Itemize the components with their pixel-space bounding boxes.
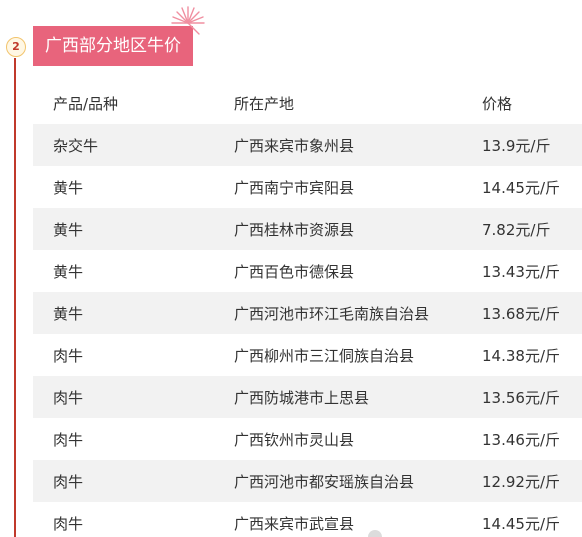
cell-origin: 广西百色市德保县 [234,262,355,281]
cell-price: 7.82元/斤 [482,208,582,250]
cell-price: 12.92元/斤 [482,460,582,502]
table-row: 黄牛 广西南宁市宾阳县 14.45元/斤 [33,166,582,208]
cell-origin: 广西柳州市三江侗族自治县 [234,346,415,365]
cell-product: 肉牛 [53,514,84,533]
cell-product: 黄牛 [33,292,234,334]
cell-price: 14.45元/斤 [482,514,560,533]
cell-origin: 广西河池市环江毛南族自治县 [234,292,482,334]
cell-origin: 广西河池市都安瑶族自治县 [234,460,482,502]
table-row: 肉牛 广西来宾市武宣县 14.45元/斤 [33,502,582,537]
cell-price: 14.45元/斤 [482,178,560,197]
cell-product: 肉牛 [33,460,234,502]
cell-product: 肉牛 [33,376,234,418]
cell-product: 黄牛 [33,208,234,250]
firework-icon [171,6,205,35]
cell-product: 杂交牛 [33,124,234,166]
table-row: 杂交牛 广西来宾市象州县 13.9元/斤 [33,124,582,166]
cell-origin: 广西来宾市武宣县 [234,514,355,533]
table-row: 肉牛 广西柳州市三江侗族自治县 14.38元/斤 [33,334,582,376]
column-header-price: 价格 [482,94,513,113]
price-table: 产品/品种 所在产地 价格 杂交牛 广西来宾市象州县 13.9元/斤 黄牛 广西… [33,82,582,537]
cell-origin: 广西桂林市资源县 [234,208,482,250]
price-article: 2 广西部分地区牛价 产品/品种 所在产地 价格 杂交牛 广西来宾市象州县 13… [0,0,582,537]
step-timeline-line [14,58,16,537]
cell-price: 13.46元/斤 [482,430,560,449]
watermark-logo-icon [368,530,382,537]
cell-origin: 广西来宾市象州县 [234,124,482,166]
table-row: 黄牛 广西百色市德保县 13.43元/斤 [33,250,582,292]
table-row: 肉牛 广西防城港市上思县 13.56元/斤 [33,376,582,418]
cell-price: 13.56元/斤 [482,376,582,418]
cell-price: 14.38元/斤 [482,346,560,365]
cell-origin: 广西防城港市上思县 [234,376,482,418]
column-header-origin: 所在产地 [234,94,295,113]
table-row: 黄牛 广西河池市环江毛南族自治县 13.68元/斤 [33,292,582,334]
cell-origin: 广西钦州市灵山县 [234,430,355,449]
cell-price: 13.9元/斤 [482,124,582,166]
cell-price: 13.43元/斤 [482,262,560,281]
table-row: 肉牛 广西钦州市灵山县 13.46元/斤 [33,418,582,460]
table-row: 黄牛 广西桂林市资源县 7.82元/斤 [33,208,582,250]
step-number-badge: 2 [6,37,26,57]
table-row: 肉牛 广西河池市都安瑶族自治县 12.92元/斤 [33,460,582,502]
column-header-product: 产品/品种 [53,94,119,113]
cell-price: 13.68元/斤 [482,292,582,334]
cell-origin: 广西南宁市宾阳县 [234,178,355,197]
table-header-row: 产品/品种 所在产地 价格 [33,82,582,124]
cell-product: 黄牛 [53,262,84,281]
cell-product: 黄牛 [53,178,84,197]
cell-product: 肉牛 [53,430,84,449]
cell-product: 肉牛 [53,346,84,365]
